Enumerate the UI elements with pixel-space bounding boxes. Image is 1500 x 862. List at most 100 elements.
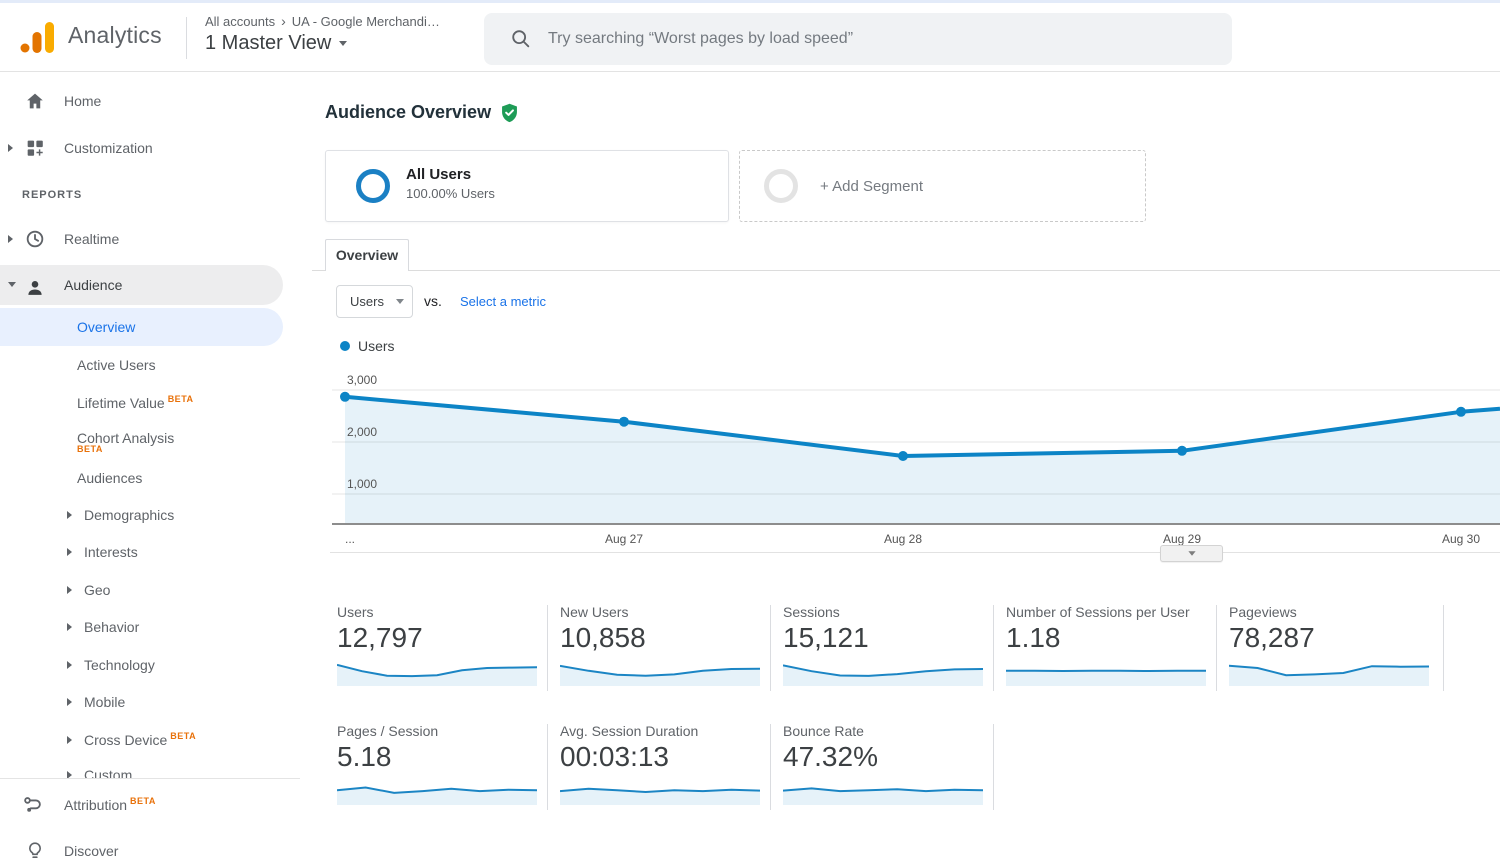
expand-icon <box>67 661 72 669</box>
search-icon <box>510 28 532 50</box>
customization-icon <box>24 137 46 168</box>
sidebar-item-customization[interactable]: Customization <box>0 134 283 162</box>
breadcrumb-all-accounts[interactable]: All accounts <box>205 14 275 29</box>
metric-card-pages-per-session[interactable]: Pages / Session 5.18 <box>337 722 537 810</box>
sparkline-pageviews <box>1229 656 1429 686</box>
app-header: Analytics All accounts › UA - Google Mer… <box>0 3 1500 72</box>
header-divider <box>186 17 187 59</box>
attribution-route-icon <box>22 794 44 825</box>
main-content: Audience Overview All Users 100.00% User… <box>312 72 1500 862</box>
metric-dropdown[interactable]: Users <box>336 285 413 318</box>
expand-icon <box>67 698 72 706</box>
segment-name: All Users <box>406 166 495 183</box>
sidebar: Home Customization REPORTS Realtime Audi… <box>0 72 300 862</box>
analytics-logo[interactable]: Analytics <box>18 15 162 55</box>
card-divider <box>1216 605 1217 691</box>
breadcrumb: All accounts › UA - Google Merchandi… 1 … <box>205 13 440 55</box>
expand-icon <box>67 623 72 631</box>
breadcrumb-property[interactable]: UA - Google Merchandi… <box>292 14 440 29</box>
sidebar-item-audience[interactable]: Audience <box>0 265 283 305</box>
analytics-logo-icon <box>18 15 58 55</box>
clock-icon <box>24 228 46 259</box>
chevron-down-icon <box>1188 551 1195 556</box>
segment-ring-icon <box>764 169 798 203</box>
metric-card-users[interactable]: Users 12,797 <box>337 603 537 691</box>
card-divider <box>547 724 548 810</box>
sparkline-sessions <box>783 656 983 686</box>
beta-badge: BETA <box>130 796 156 806</box>
sparkline-users <box>337 656 537 686</box>
legend-label: Users <box>358 338 395 354</box>
sidebar-item-attribution[interactable]: AttributionBETA <box>0 791 283 819</box>
sidebar-item-cohort-analysis[interactable]: Cohort Analysis BETA <box>0 424 283 452</box>
add-segment-label: + Add Segment <box>820 178 923 195</box>
sidebar-item-demographics[interactable]: Demographics <box>0 501 283 529</box>
search-bar <box>484 13 1232 65</box>
home-icon <box>24 90 46 121</box>
metric-card-pageviews[interactable]: Pageviews 78,287 <box>1229 603 1429 691</box>
svg-text:3,000: 3,000 <box>347 373 377 387</box>
sidebar-item-realtime[interactable]: Realtime <box>0 225 283 253</box>
sidebar-item-discover[interactable]: Discover <box>0 837 283 862</box>
sidebar-item-cross-device[interactable]: Cross DeviceBETA <box>0 726 283 754</box>
chart-bottom-divider <box>330 552 1500 553</box>
tab-overview[interactable]: Overview <box>325 239 409 271</box>
logo-text: Analytics <box>68 22 162 49</box>
chart-legend: Users <box>340 338 395 354</box>
svg-text:Aug 29: Aug 29 <box>1163 532 1201 546</box>
card-divider <box>770 605 771 691</box>
svg-text:...: ... <box>345 532 355 546</box>
page-title: Audience Overview <box>325 102 491 123</box>
metric-card-sessions-per-user[interactable]: Number of Sessions per User 1.18 <box>1006 603 1206 691</box>
sparkline-pages-per-session <box>337 775 537 805</box>
sidebar-item-mobile[interactable]: Mobile <box>0 688 283 716</box>
svg-text:1,000: 1,000 <box>347 477 377 491</box>
expand-icon <box>67 511 72 519</box>
sidebar-item-behavior[interactable]: Behavior <box>0 613 283 641</box>
sparkline-avg-session-duration <box>560 775 760 805</box>
sparkline-new-users <box>560 656 760 686</box>
expand-icon <box>67 736 72 744</box>
card-divider <box>993 724 994 810</box>
sidebar-item-interests[interactable]: Interests <box>0 538 283 566</box>
metric-card-new-users[interactable]: New Users 10,858 <box>560 603 760 691</box>
search-input[interactable] <box>548 30 1212 48</box>
svg-text:Aug 30: Aug 30 <box>1442 532 1480 546</box>
sidebar-item-audiences[interactable]: Audiences <box>0 464 283 492</box>
sidebar-item-overview[interactable]: Overview <box>0 308 283 346</box>
sparkline-bounce-rate <box>783 775 983 805</box>
sidebar-item-geo[interactable]: Geo <box>0 576 283 604</box>
segment-ring-icon <box>356 169 390 203</box>
page-title-row: Audience Overview <box>325 102 520 123</box>
sparkline-sessions-per-user <box>1006 656 1206 686</box>
sidebar-item-lifetime-value[interactable]: Lifetime ValueBETA <box>0 389 283 417</box>
add-segment-button[interactable]: + Add Segment <box>739 150 1146 222</box>
sidebar-item-home[interactable]: Home <box>0 87 283 115</box>
lightbulb-icon <box>24 840 46 862</box>
legend-dot-icon <box>340 341 350 351</box>
card-divider <box>547 605 548 691</box>
beta-badge: BETA <box>77 443 103 455</box>
segment-card-all-users[interactable]: All Users 100.00% Users <box>325 150 729 222</box>
chevron-down-icon <box>396 299 404 304</box>
metric-card-bounce-rate[interactable]: Bounce Rate 47.32% <box>783 722 983 810</box>
shield-check-icon <box>499 102 520 123</box>
select-a-metric-link[interactable]: Select a metric <box>460 294 546 309</box>
sidebar-bottom-panel: AttributionBETA Discover <box>0 778 300 862</box>
breadcrumb-chevron-icon: › <box>281 13 286 29</box>
svg-text:Aug 28: Aug 28 <box>884 532 922 546</box>
expand-icon <box>8 144 13 152</box>
vs-label: vs. <box>424 293 442 309</box>
card-divider <box>1443 605 1444 691</box>
timeline-collapse-handle[interactable] <box>1160 545 1223 562</box>
view-selector[interactable]: 1 Master View <box>205 32 440 55</box>
sidebar-item-active-users[interactable]: Active Users <box>0 351 283 379</box>
beta-badge: BETA <box>170 731 196 741</box>
users-line-chart: 1,0002,0003,000...Aug 27Aug 28Aug 29Aug … <box>312 365 1500 565</box>
expand-icon <box>8 235 13 243</box>
reports-section-label: REPORTS <box>22 189 222 201</box>
sidebar-item-technology[interactable]: Technology <box>0 651 283 679</box>
metric-card-avg-session-duration[interactable]: Avg. Session Duration 00:03:13 <box>560 722 760 810</box>
metric-card-sessions[interactable]: Sessions 15,121 <box>783 603 983 691</box>
metric-dropdown-value: Users <box>350 294 384 309</box>
